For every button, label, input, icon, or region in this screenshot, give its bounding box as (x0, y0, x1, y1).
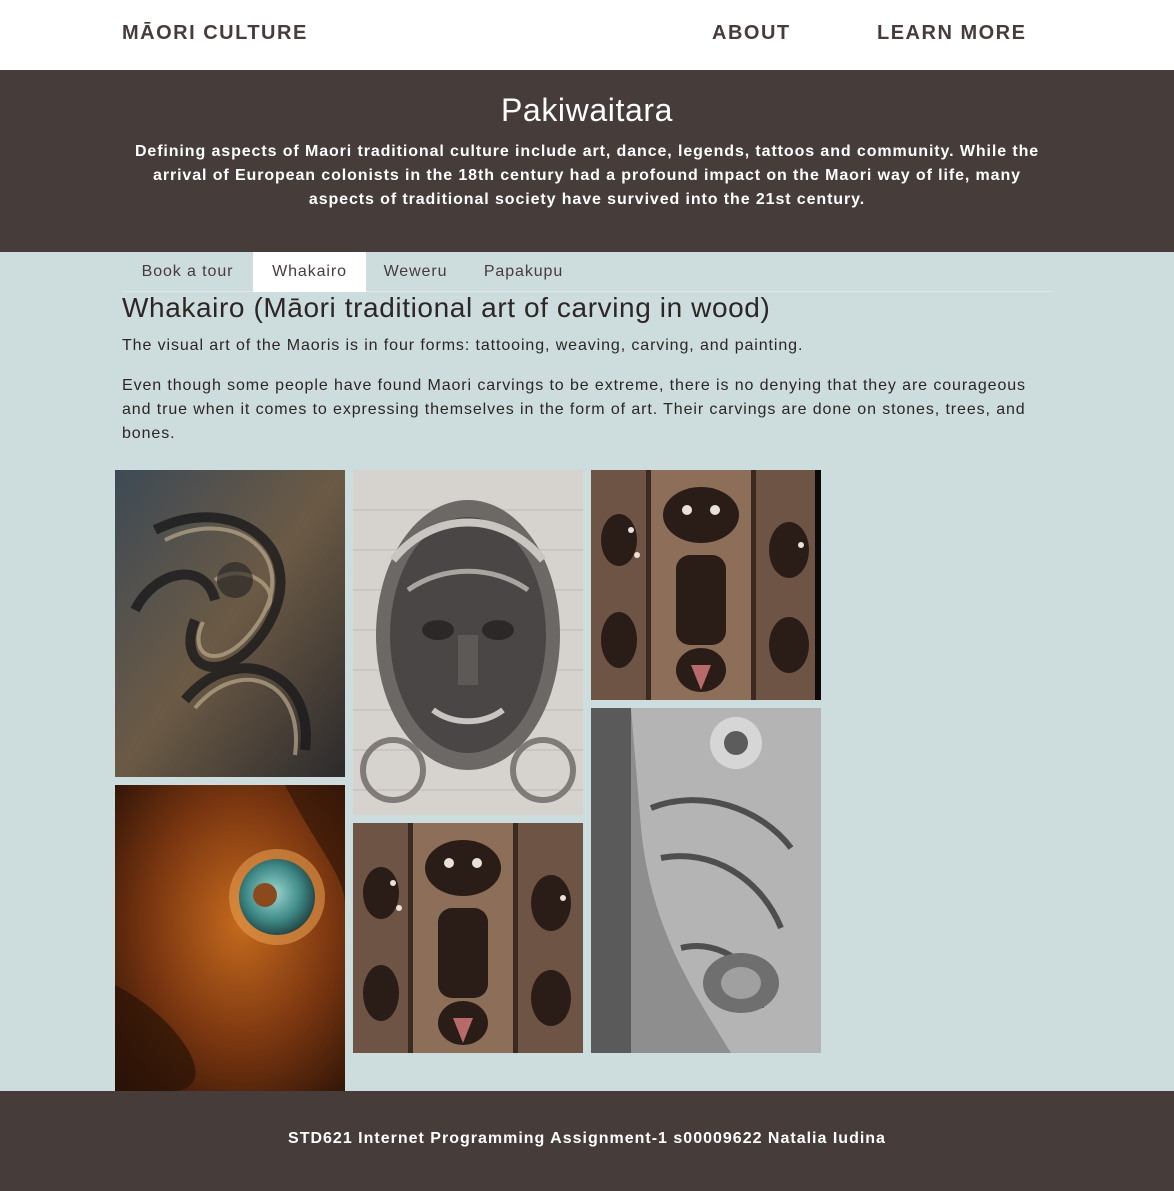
page-footer: STD621 Internet Programming Assignment-1… (0, 1091, 1174, 1191)
carved-wooden-panels-photo[interactable] (353, 823, 583, 1053)
hero-banner: Pakiwaitara Defining aspects of Maori tr… (0, 70, 1174, 252)
top-navbar: MĀORI CULTURE ABOUT LEARN MORE (0, 0, 1174, 70)
tab-book-a-tour[interactable]: Book a tour (122, 252, 253, 292)
swirled-wood-carving-photo[interactable] (115, 470, 345, 777)
footer-credit: STD621 Internet Programming Assignment-1… (288, 1130, 886, 1147)
brand-link[interactable]: MĀORI CULTURE (122, 22, 308, 45)
stone-carved-face-mask-photo[interactable] (353, 470, 583, 815)
tab-weweru[interactable]: Weweru (366, 252, 465, 292)
tab-bar: Book a tour Whakairo Weweru Papakupu (122, 252, 1052, 292)
intro-paragraph: The visual art of the Maoris is in four … (122, 337, 804, 354)
tab-whakairo[interactable]: Whakairo (253, 252, 366, 292)
carved-wooden-panels-photo[interactable] (591, 470, 821, 700)
nav-about-link[interactable]: ABOUT (712, 22, 791, 45)
nav-learn-more-link[interactable]: LEARN MORE (877, 22, 1026, 45)
tab-papakupu[interactable]: Papakupu (465, 252, 582, 292)
carving-paragraph: Even though some people have found Maori… (122, 377, 1026, 442)
grey-carved-post-detail-photo[interactable] (591, 708, 821, 1053)
section-title: Whakairo (Māori traditional art of carvi… (122, 292, 771, 323)
carved-wood-face-with-paua-eye-photo[interactable] (115, 785, 345, 1091)
hero-title: Pakiwaitara (500, 92, 673, 128)
hero-text: Defining aspects of Maori traditional cu… (134, 143, 1040, 208)
